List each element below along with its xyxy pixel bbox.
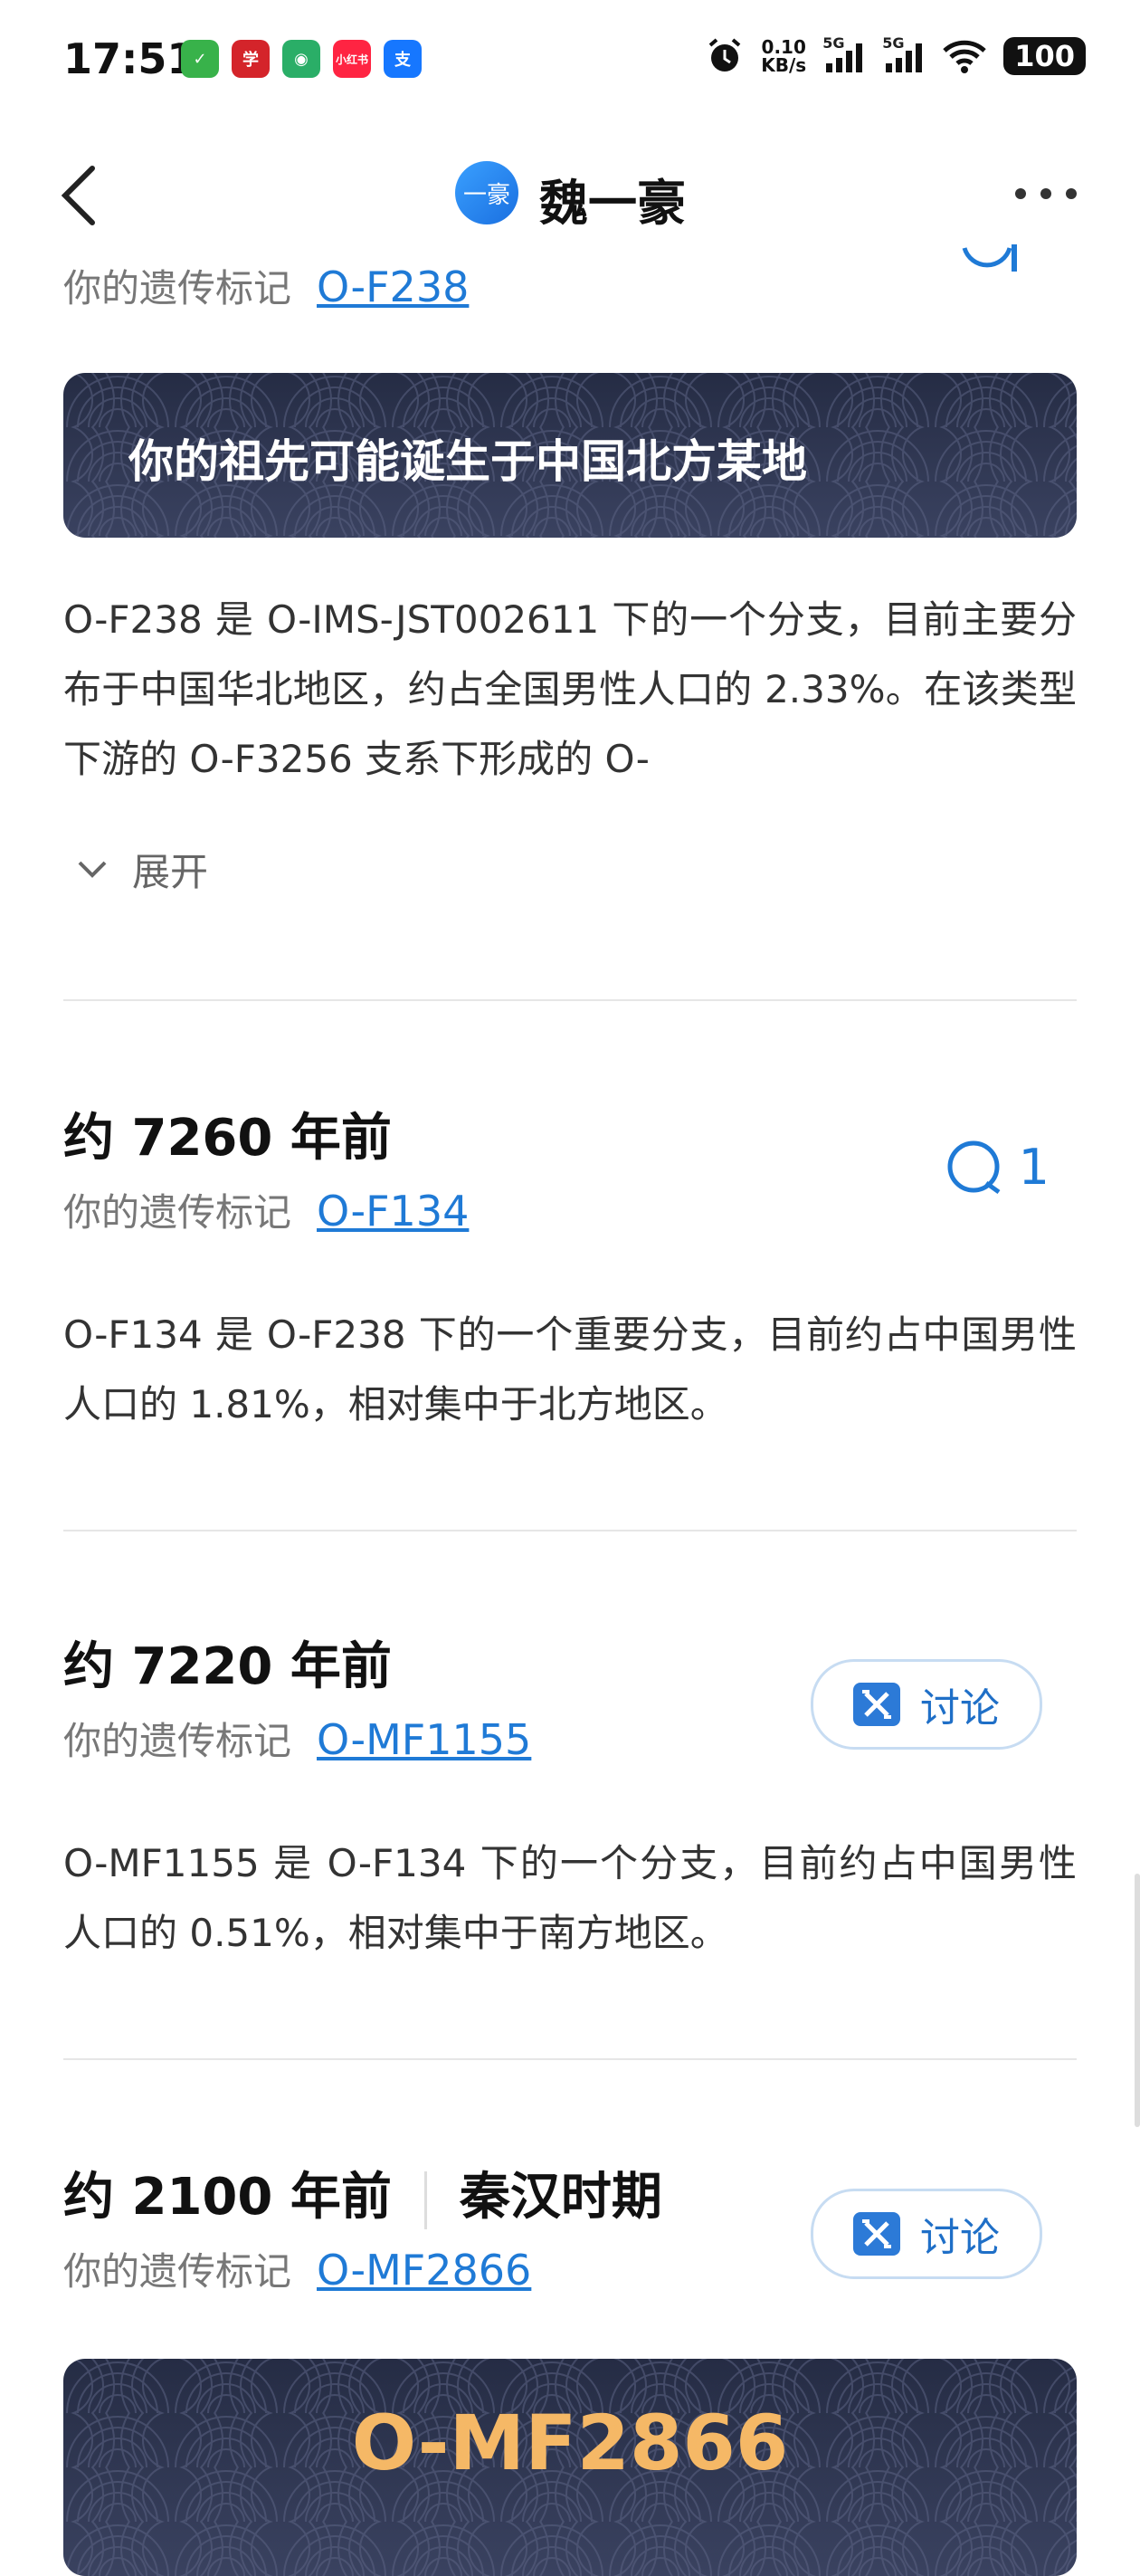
era-separator: [423, 2171, 427, 2229]
comment-count: 1: [1018, 1139, 1050, 1196]
comment-icon: [947, 1140, 1001, 1194]
xuexi-app-icon: 学: [232, 40, 270, 78]
battery-indicator: 100: [1003, 37, 1086, 75]
genetic-marker-label: 你的遗传标记: [63, 2249, 292, 2294]
system-icons: 0.10 KB/s 5G 5G 100: [705, 34, 1086, 76]
cell-signal-2-icon: 5G: [882, 34, 926, 74]
era-period: 秦汉时期: [459, 2168, 662, 2227]
era-title: 约 7220 年前: [63, 1637, 392, 1696]
wechat-app-icon: ◉: [282, 40, 320, 78]
description-of134: O-F134 是 O-F238 下的一个重要分支，目前约占中国男性人口的 1.8…: [63, 1312, 1077, 1426]
nav-bar: 一豪 魏一豪: [0, 145, 1140, 244]
marker-link-omf1155[interactable]: O-MF1155: [317, 1715, 531, 1764]
cell-signal-icon: 5G: [822, 34, 866, 74]
chevron-down-icon: [78, 861, 107, 878]
marker-link-of134[interactable]: O-F134: [317, 1187, 469, 1236]
status-bar: 17:51 ✓ 学 ◉ 小红书 支 0.10 KB/s 5G 5G 100: [0, 0, 1140, 118]
genetic-marker-row: 你的遗传标记 O-F134: [63, 1182, 469, 1237]
comment-button[interactable]: 1: [946, 1139, 1050, 1196]
description-omf1155: O-MF1155 是 O-F134 下的一个分支，目前约占中国男性人口的 0.5…: [63, 1841, 1077, 1955]
expand-button[interactable]: 展开: [76, 842, 208, 897]
scrollbar[interactable]: [1135, 1874, 1140, 2127]
genetic-marker-label: 你的遗传标记: [63, 1190, 292, 1235]
divider: [63, 999, 1077, 1001]
era-years: 约 2100 年前: [63, 2168, 392, 2227]
genetic-marker-label: 你的遗传标记: [63, 266, 292, 310]
description-of238: O-F238 是 O-IMS-JST002611 下的一个分支，目前主要分布于中…: [63, 597, 1077, 781]
ancestor-origin-banner: 你的祖先可能诞生于中国北方某地: [63, 373, 1077, 538]
back-arrow-icon[interactable]: [54, 163, 109, 226]
xiaohongshu-app-icon: 小红书: [333, 40, 371, 78]
genetic-marker-row: 你的遗传标记 O-MF2866: [63, 2241, 531, 2296]
divider: [63, 2058, 1077, 2060]
discuss-button[interactable]: 讨论: [811, 1659, 1042, 1750]
page-title: 魏一豪: [539, 175, 686, 232]
expand-label: 展开: [132, 850, 209, 894]
discuss-icon: [853, 1683, 900, 1726]
alarm-icon: [708, 38, 741, 72]
notes-app-icon: ✓: [181, 40, 219, 78]
more-options-icon[interactable]: [1015, 188, 1077, 199]
wifi-icon: [943, 40, 986, 73]
alipay-app-icon: 支: [384, 40, 422, 78]
network-speed: 0.10 KB/s: [761, 36, 807, 76]
haplogroup-banner-title: O-MF2866: [351, 2399, 789, 2487]
divider: [63, 1530, 1077, 1531]
notification-icons: ✓ 学 ◉ 小红书 支: [181, 40, 422, 78]
era-title: 约 2100 年前 秦汉时期: [63, 2156, 662, 2229]
discuss-label: 讨论: [920, 1685, 1000, 1732]
discuss-label: 讨论: [920, 2215, 1000, 2261]
comment-icon-partial[interactable]: [959, 244, 1022, 281]
discuss-icon: [853, 2212, 900, 2256]
haplogroup-banner: O-MF2866: [63, 2359, 1077, 2576]
banner-title: 你的祖先可能诞生于中国北方某地: [128, 435, 807, 488]
genetic-marker-label: 你的遗传标记: [63, 1719, 292, 1763]
genetic-marker-row: 你的遗传标记 O-MF1155: [63, 1711, 531, 1766]
marker-link-omf2866[interactable]: O-MF2866: [317, 2246, 531, 2295]
discuss-button[interactable]: 讨论: [811, 2189, 1042, 2279]
era-title: 约 7260 年前: [63, 1109, 392, 1168]
avatar: 一豪: [455, 161, 518, 224]
genetic-marker-row: 你的遗传标记 O-F238: [63, 258, 469, 313]
clock: 17:51: [63, 34, 196, 83]
marker-link-of238[interactable]: O-F238: [317, 262, 469, 311]
